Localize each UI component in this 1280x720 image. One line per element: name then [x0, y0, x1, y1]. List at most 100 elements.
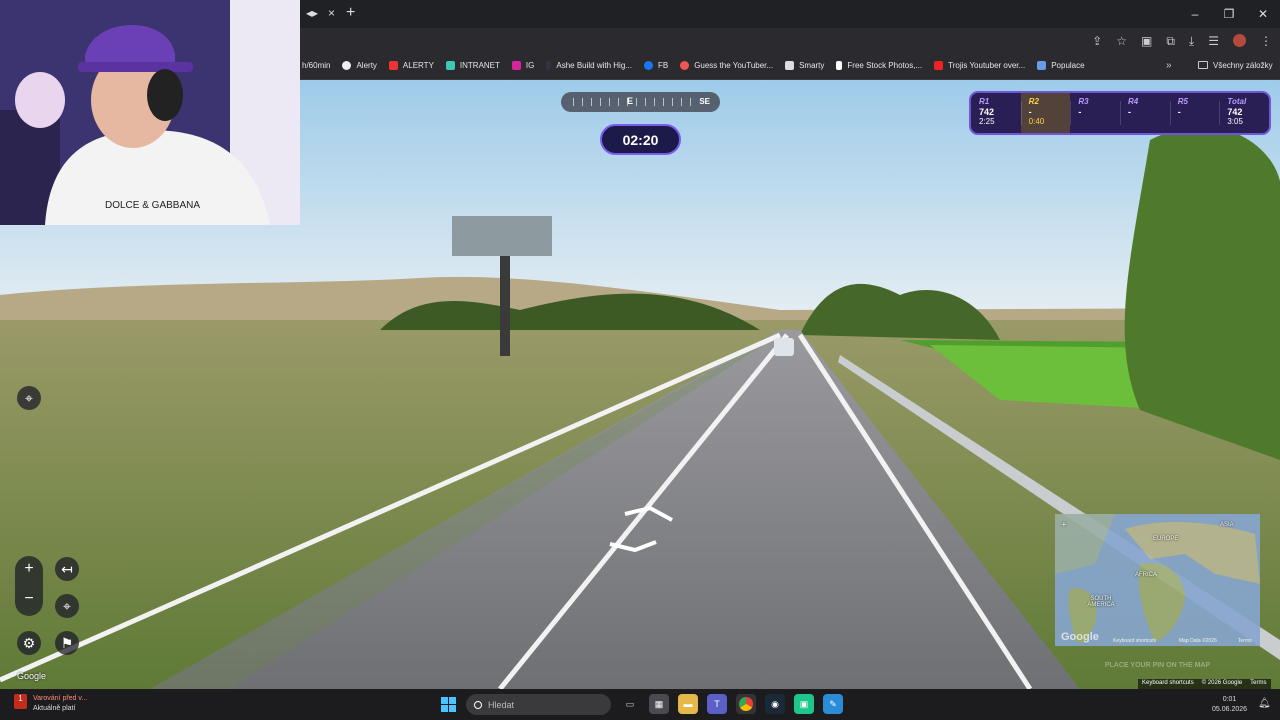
window-controls: – ❐ ✕	[1178, 0, 1280, 28]
windows-logo-icon	[441, 697, 448, 704]
map-label-africa: AFRICA	[1135, 572, 1158, 578]
compass-ticks	[573, 98, 696, 106]
minimap-keyboard-shortcuts[interactable]: Keyboard shortcuts	[1113, 638, 1156, 644]
notification-bell-icon[interactable]: 🔔︎	[1258, 698, 1271, 709]
compass: E SE	[561, 92, 720, 112]
bookmark-favicon-icon	[1037, 61, 1047, 70]
bookmark-item[interactable]: Guess the YouTuber...	[680, 61, 773, 70]
bookmark-item[interactable]: ALERTY	[388, 61, 434, 70]
steam-icon[interactable]: ◉	[765, 694, 785, 714]
bookmark-favicon-icon	[680, 61, 690, 70]
extension-icon[interactable]: ▣	[1141, 34, 1152, 49]
weather-widget[interactable]: 1 Varování před v... Aktuálně platí	[14, 694, 87, 714]
scoreboard: R1 742 2:25 R2 - 0:40 R3 - R4 - R5 - Tot…	[969, 91, 1271, 135]
tab-close-icon[interactable]: ×	[328, 6, 335, 20]
flag-icon: ⚑	[60, 634, 74, 651]
pin-icon: ⌖	[63, 597, 71, 614]
bookmark-favicon-icon	[342, 61, 352, 70]
tab-audio-icon[interactable]: ◂▸	[306, 6, 318, 20]
bookmarks-overflow-button[interactable]: »	[1166, 60, 1172, 71]
bookmark-favicon-icon	[546, 61, 552, 70]
map-label-europe: EUROPE	[1153, 536, 1179, 542]
round-score-r1: R1 742 2:25	[979, 97, 995, 126]
system-clock[interactable]: 0:01 05.06.2026	[1212, 695, 1247, 715]
round-score-r4: R4 -	[1120, 93, 1170, 133]
copyright-text: © 2026 Google	[1201, 680, 1243, 686]
close-window-button[interactable]: ✕	[1246, 0, 1280, 28]
terms-link[interactable]: Terms	[1250, 680, 1266, 688]
map-label-south-america: SOUTH AMERICA	[1087, 596, 1115, 608]
bookmark-item[interactable]: FB	[643, 61, 668, 70]
start-button[interactable]	[441, 697, 456, 712]
zoom-in-button[interactable]: +	[15, 560, 43, 578]
bookmark-favicon-icon	[836, 61, 843, 70]
bookmark-favicon-icon	[445, 61, 455, 70]
map-label-asia: ASIA	[1220, 522, 1234, 528]
instagram-icon	[511, 61, 521, 70]
app-icon[interactable]: ▣	[794, 694, 814, 714]
teams-icon[interactable]: T	[707, 694, 727, 714]
minimap-google-logo: Google	[1061, 631, 1099, 643]
file-explorer-icon[interactable]: ▬	[678, 694, 698, 714]
webcam-image: DOLCE & GABBANA	[0, 0, 300, 225]
bookmark-item[interactable]: IG	[511, 61, 534, 70]
youtube-icon	[934, 61, 944, 70]
install-icon[interactable]: ⇪	[1092, 34, 1102, 49]
round-score-r3: R3 -	[1070, 93, 1120, 133]
bookmark-item[interactable]: Free Stock Photos,...	[836, 61, 922, 70]
undo-move-button[interactable]: ↤	[55, 557, 79, 581]
webcam-overlay: DOLCE & GABBANA	[0, 0, 300, 225]
guess-minimap[interactable]: + EUROPE ASIA AFRICA SOUTH AMERICA Googl…	[1055, 514, 1260, 646]
round-score-r2: R2 - 0:40	[1020, 93, 1071, 133]
chrome-icon[interactable]	[736, 694, 756, 714]
task-view-icon[interactable]: ▭	[620, 694, 640, 714]
settings-button[interactable]: ⚙	[17, 631, 41, 655]
round-score-r5: R5 -	[1169, 93, 1220, 133]
round-score-total: Total 742 3:05	[1219, 93, 1269, 133]
back-arrow-icon: ↤	[61, 560, 73, 577]
zoom-out-button[interactable]: −	[15, 590, 43, 608]
compass-heading-label: E	[627, 96, 634, 106]
bookmark-item[interactable]: Trojis Youtuber over...	[934, 61, 1025, 70]
compass-secondary-label: SE	[699, 97, 710, 106]
place-pin-button[interactable]: PLACE YOUR PIN ON THE MAP	[1055, 656, 1260, 674]
google-logo: Google	[17, 671, 47, 681]
minimap-terms[interactable]: Terms	[1238, 638, 1252, 644]
minimap-expand-icon[interactable]: +	[1061, 520, 1067, 531]
windows-taskbar: 1 Varování před v... Aktuálně platí Hled…	[0, 689, 1280, 720]
bookmark-item[interactable]: Alerty	[342, 61, 377, 70]
bookmark-item[interactable]: Smarty	[785, 61, 824, 70]
bookmark-item[interactable]: Populace	[1037, 61, 1085, 70]
tab-actions: ◂▸ ×	[306, 6, 335, 20]
screen: ◂▸ × + – ❐ ✕ ⇪ ☆ ▣ ⧉ ⤓ ☰ ⋮ h/60min Alert…	[0, 0, 1280, 720]
download-icon[interactable]: ⤓	[1189, 34, 1194, 49]
all-bookmarks-button[interactable]: Všechny záložky	[1198, 61, 1273, 70]
flag-button[interactable]: ⚑	[55, 631, 79, 655]
bookmark-item[interactable]: Ashe Build with Hig...	[546, 61, 632, 70]
profile-icon[interactable]	[1233, 34, 1246, 47]
restore-button[interactable]: ❐	[1212, 0, 1246, 28]
search-icon	[474, 700, 482, 709]
minimize-button[interactable]: –	[1178, 0, 1212, 28]
return-to-start-button[interactable]: ⌖	[55, 594, 79, 618]
location-pin-button[interactable]: ⌖	[17, 386, 41, 410]
weather-alert-icon: 1	[14, 694, 27, 709]
keyboard-shortcuts-link[interactable]: Keyboard shortcuts	[1142, 680, 1194, 688]
menu-icon[interactable]: ⋮	[1260, 34, 1272, 49]
taskbar-apps: ▭ ▦ ▬ T ◉ ▣ ✎	[620, 694, 843, 714]
bookmark-item[interactable]: INTRANET	[445, 61, 500, 70]
store-icon[interactable]: ▦	[649, 694, 669, 714]
facebook-icon	[643, 61, 653, 70]
weather-alert-text: Varování před v...	[33, 695, 88, 702]
pin-icon: ⌖	[25, 389, 33, 406]
reading-list-icon[interactable]: ☰	[1208, 34, 1219, 49]
bookmark-favicon-icon	[785, 61, 795, 70]
puzzle-icon[interactable]: ⧉	[1166, 34, 1175, 49]
search-placeholder: Hledat	[488, 699, 515, 710]
new-tab-button[interactable]: +	[346, 4, 355, 22]
bookmark-item[interactable]: h/60min	[302, 61, 330, 70]
shirt-text: DOLCE & GABBANA	[105, 200, 200, 211]
star-icon[interactable]: ☆	[1116, 34, 1127, 49]
paint-icon[interactable]: ✎	[823, 694, 843, 714]
taskbar-search[interactable]: Hledat	[466, 694, 611, 715]
